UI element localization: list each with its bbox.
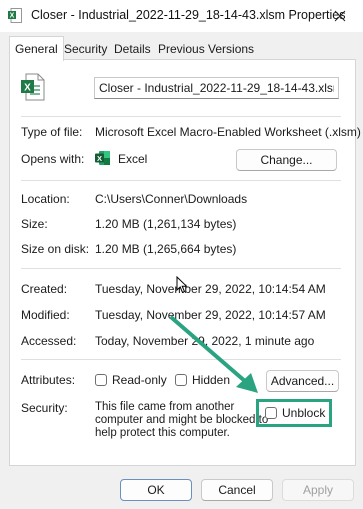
window-title: Closer - Industrial_2022-11-29_18-14-43.…	[31, 8, 346, 22]
cancel-button[interactable]: Cancel	[201, 479, 273, 501]
excel-app-icon: X	[95, 151, 110, 165]
tab-details[interactable]: Details	[109, 40, 156, 60]
advanced-button[interactable]: Advanced...	[266, 370, 339, 392]
location-label: Location:	[21, 192, 70, 206]
svg-text:X: X	[24, 82, 31, 93]
created-value: Tuesday, November 29, 2022, 10:14:54 AM	[95, 282, 326, 296]
tab-security[interactable]: Security	[59, 40, 112, 60]
excel-file-icon: X	[8, 8, 22, 23]
tab-previous-versions[interactable]: Previous Versions	[153, 40, 259, 60]
accessed-label: Accessed:	[21, 334, 77, 348]
readonly-checkbox[interactable]: Read-only	[95, 373, 167, 387]
accessed-value: Today, November 29, 2022, 1 minute ago	[95, 334, 315, 348]
apply-button[interactable]: Apply	[282, 479, 354, 501]
size-on-disk-value: 1.20 MB (1,265,664 bytes)	[95, 242, 237, 256]
file-name-field[interactable]	[94, 77, 339, 99]
checkbox-box[interactable]	[175, 374, 187, 386]
unblock-highlight-box	[256, 399, 332, 427]
modified-value: Tuesday, November 29, 2022, 10:14:57 AM	[95, 308, 326, 322]
separator	[21, 268, 341, 269]
location-value: C:\Users\Conner\Downloads	[95, 192, 248, 206]
size-on-disk-label: Size on disk:	[21, 242, 90, 256]
hidden-checkbox[interactable]: Hidden	[175, 373, 230, 387]
size-value: 1.20 MB (1,261,134 bytes)	[95, 217, 237, 231]
attributes-label: Attributes:	[21, 373, 76, 387]
size-label: Size:	[21, 217, 48, 231]
tab-general[interactable]: General	[9, 36, 64, 61]
svg-text:X: X	[10, 13, 15, 20]
mouse-cursor-icon	[176, 276, 188, 294]
separator	[21, 116, 341, 117]
excel-file-icon: X	[21, 73, 45, 101]
close-icon	[334, 10, 346, 22]
change-button[interactable]: Change...	[236, 149, 337, 171]
hidden-label: Hidden	[192, 373, 231, 387]
ok-button[interactable]: OK	[120, 479, 192, 501]
tab-strip: General Security Details Previous Versio…	[0, 34, 363, 61]
readonly-label: Read-only	[112, 373, 167, 387]
security-message: This file came from another computer and…	[95, 401, 269, 439]
opens-with-label: Opens with:	[21, 152, 85, 166]
type-of-file-label: Type of file:	[21, 125, 83, 139]
svg-text:X: X	[97, 154, 102, 163]
modified-label: Modified:	[21, 308, 70, 322]
checkbox-box[interactable]	[95, 374, 107, 386]
created-label: Created:	[21, 282, 68, 296]
file-name-input[interactable]	[95, 78, 338, 98]
separator	[21, 359, 341, 360]
security-label: Security:	[21, 401, 68, 415]
separator	[21, 180, 341, 181]
opens-with-value: Excel	[118, 152, 148, 166]
close-button[interactable]	[317, 0, 363, 32]
title-bar: X Closer - Industrial_2022-11-29_18-14-4…	[0, 0, 363, 32]
type-of-file-value: Microsoft Excel Macro-Enabled Worksheet …	[95, 125, 361, 139]
